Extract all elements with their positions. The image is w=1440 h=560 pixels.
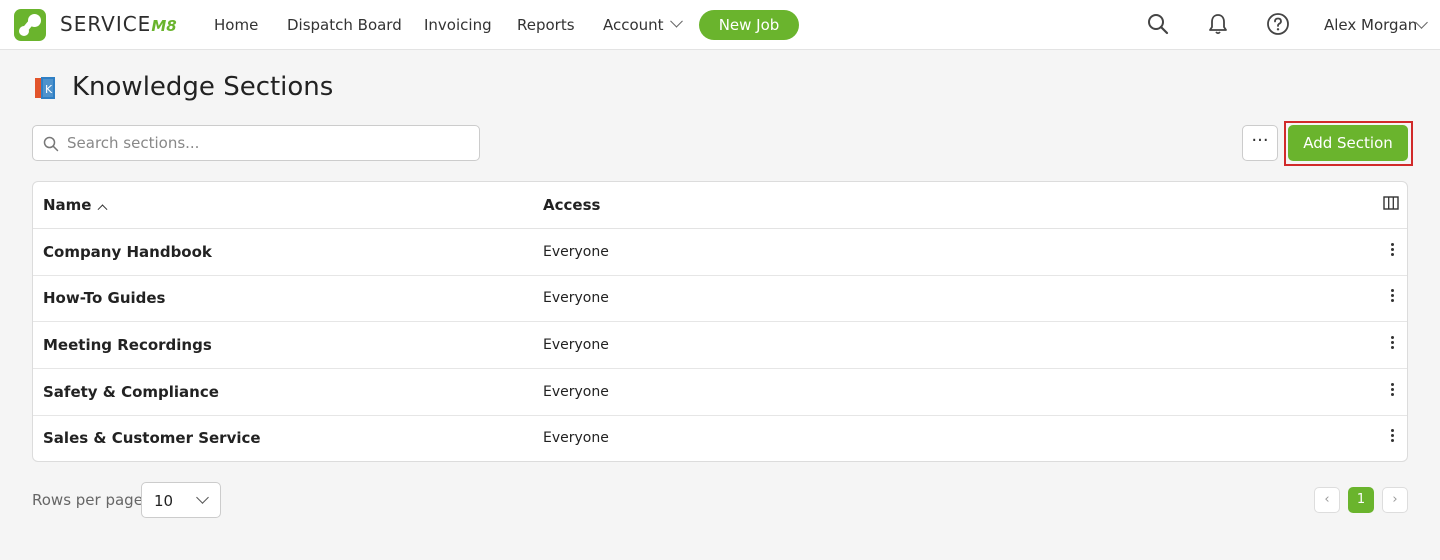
user-menu[interactable]: Alex Morgan — [1324, 16, 1417, 34]
table-row[interactable]: Meeting Recordings Everyone — [33, 322, 1407, 369]
table-row[interactable]: Safety & Compliance Everyone — [33, 369, 1407, 416]
page-1-button[interactable]: 1 — [1348, 487, 1374, 513]
page-title: Knowledge Sections — [72, 72, 334, 102]
nav-home[interactable]: Home — [214, 16, 258, 34]
rows-per-page-label: Rows per page — [32, 491, 143, 509]
bell-icon[interactable] — [1206, 12, 1230, 36]
section-access: Everyone — [543, 384, 609, 400]
previous-page-button[interactable]: ‹ — [1314, 487, 1340, 513]
search-input[interactable] — [67, 126, 467, 160]
row-actions-icon[interactable] — [1387, 383, 1397, 401]
nav-reports[interactable]: Reports — [517, 16, 575, 34]
chevron-down-icon — [196, 491, 209, 504]
more-options-button[interactable]: ··· — [1242, 125, 1278, 161]
column-header-access[interactable]: Access — [543, 196, 600, 214]
next-page-button[interactable]: › — [1382, 487, 1408, 513]
top-navigation: SERVICEM8 Home Dispatch Board Invoicing … — [0, 0, 1440, 50]
columns-icon[interactable] — [1383, 196, 1399, 210]
nav-invoicing[interactable]: Invoicing — [424, 16, 492, 34]
chevron-down-icon — [669, 14, 683, 28]
search-icon[interactable] — [1146, 12, 1170, 36]
rows-per-page-value: 10 — [154, 492, 174, 510]
nav-account-dropdown[interactable]: Account — [603, 14, 683, 34]
book-icon: K — [35, 77, 55, 99]
section-name[interactable]: Company Handbook — [43, 243, 212, 261]
nav-dispatch-board[interactable]: Dispatch Board — [287, 16, 402, 34]
search-icon — [43, 136, 59, 152]
section-access: Everyone — [543, 244, 609, 260]
column-header-name[interactable]: Name — [43, 196, 108, 215]
section-name[interactable]: How-To Guides — [43, 289, 165, 307]
section-access: Everyone — [543, 290, 609, 306]
brand-logo-text[interactable]: SERVICEM8 — [60, 12, 177, 36]
new-job-button[interactable]: New Job — [699, 10, 799, 40]
table-row[interactable]: Sales & Customer Service Everyone — [33, 415, 1407, 462]
section-name[interactable]: Sales & Customer Service — [43, 429, 261, 447]
sections-table: Name Access Company Handbook Everyone Ho… — [32, 181, 1408, 462]
section-name[interactable]: Meeting Recordings — [43, 336, 212, 354]
table-row[interactable]: How-To Guides Everyone — [33, 275, 1407, 322]
servicem8-logo-icon[interactable] — [14, 9, 46, 41]
table-header: Name Access — [33, 182, 1407, 229]
row-actions-icon[interactable] — [1387, 289, 1397, 307]
svg-text:K: K — [45, 83, 53, 96]
rows-per-page-select[interactable]: 10 — [141, 482, 221, 518]
row-actions-icon[interactable] — [1387, 429, 1397, 447]
section-name[interactable]: Safety & Compliance — [43, 383, 219, 401]
row-actions-icon[interactable] — [1387, 336, 1397, 354]
add-section-button[interactable]: Add Section — [1288, 125, 1408, 161]
table-row[interactable]: Company Handbook Everyone — [33, 229, 1407, 276]
row-actions-icon[interactable] — [1387, 243, 1397, 261]
help-icon[interactable] — [1266, 12, 1290, 36]
section-access: Everyone — [543, 337, 609, 353]
search-box — [32, 125, 480, 161]
sort-ascending-icon — [98, 204, 108, 215]
section-access: Everyone — [543, 430, 609, 446]
